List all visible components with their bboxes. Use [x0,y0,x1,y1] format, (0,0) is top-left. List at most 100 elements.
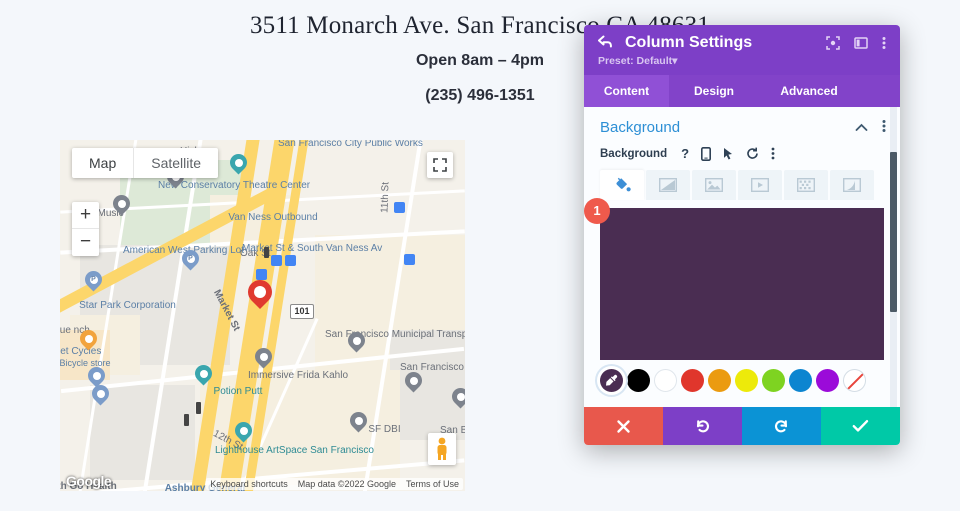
map-pin[interactable] [76,326,101,352]
street-view-pegman[interactable] [428,433,456,465]
background-type-tabs[interactable] [600,170,884,200]
swatch-yellow[interactable] [735,369,758,392]
background-image-tab[interactable] [692,170,736,200]
swatch-violet[interactable] [816,369,839,392]
fullscreen-icon [433,158,447,172]
poi-label: Potion Putt [213,386,263,397]
pattern-icon [797,178,815,192]
paint-bucket-icon [616,177,631,191]
field-more-options-icon[interactable] [771,147,775,160]
map-pin[interactable] [109,191,134,217]
map-attribution: Keyboard shortcuts Map data ©2022 Google… [206,478,463,490]
map-pin[interactable] [251,344,276,370]
panel-title: Column Settings [625,34,753,51]
fullscreen-button[interactable] [427,152,453,178]
map-type-map[interactable]: Map [72,148,135,178]
focus-mode-icon[interactable] [826,36,840,50]
poi-label: American West Parking Lot [123,245,244,256]
poi-label: San Francisco City Public Works [278,140,423,149]
layout-toggle-icon[interactable] [854,36,868,50]
map-pin[interactable] [346,408,371,434]
background-pattern-tab[interactable] [784,170,828,200]
background-section-header[interactable]: Background [584,107,900,142]
chevron-up-icon[interactable] [855,121,868,135]
tab-advanced[interactable]: Advanced [759,75,859,107]
keyboard-shortcuts-link[interactable]: Keyboard shortcuts [210,479,288,489]
zoom-in-button[interactable]: + [72,202,99,229]
transit-icon [256,269,267,280]
background-field-row: Background ? [584,142,900,167]
eyedropper-icon [606,374,618,386]
more-options-icon[interactable] [882,36,886,50]
swatch-white[interactable] [654,369,677,392]
column-settings-panel[interactable]: Column Settings Preset: Default▾ Content… [584,25,900,445]
reset-icon[interactable] [746,147,759,160]
poi-label: Immersive Frida Kahlo [247,370,349,381]
undo-button[interactable] [663,407,742,445]
swatch-selected-purple[interactable] [600,369,623,392]
terms-of-use-link[interactable]: Terms of Use [406,479,459,489]
traffic-light-icon [184,414,189,426]
swatch-none[interactable] [843,369,866,392]
background-video-tab[interactable] [738,170,782,200]
swatch-black[interactable] [627,369,650,392]
cancel-button[interactable] [584,407,663,445]
transit-icon [404,254,415,265]
tab-design[interactable]: Design [669,75,759,107]
tab-content[interactable]: Content [584,75,669,107]
scrollbar-thumb[interactable] [890,152,897,312]
swatch-green[interactable] [762,369,785,392]
map-marker-current-location[interactable] [243,275,277,310]
map-pin[interactable]: P [81,267,106,293]
map-pin[interactable] [448,384,465,410]
swatch-blue[interactable] [789,369,812,392]
section-title: Background [600,119,681,136]
panel-tabs[interactable]: Content Design Advanced [584,75,900,107]
zoom-out-button[interactable]: − [72,229,99,256]
mask-icon [843,178,861,192]
preset-label: Preset: Default [598,55,673,67]
pegman-icon [437,437,447,460]
swatch-orange[interactable] [708,369,731,392]
map-pin[interactable] [344,328,369,354]
help-icon[interactable]: ? [681,146,689,161]
redo-button[interactable] [742,407,821,445]
checkmark-icon [852,420,869,432]
map-pin[interactable] [231,418,256,444]
swatch-red[interactable] [681,369,704,392]
poi-label: San Francisco Municipal Transportation A… [325,329,465,340]
mobile-device-icon[interactable] [701,146,712,161]
map-type-satellite[interactable]: Satellite [134,148,218,178]
street-label: 11th St [379,181,392,214]
background-mask-tab[interactable] [830,170,874,200]
transit-icon [394,202,405,213]
map-pin[interactable] [88,381,113,407]
map-pin[interactable] [226,150,251,176]
map-zoom-controls[interactable]: + − [72,202,99,256]
map-pin[interactable] [401,368,426,394]
back-arrow-icon[interactable] [598,35,614,51]
image-icon [705,178,723,192]
gradient-icon [659,178,677,192]
map-pin[interactable]: P [178,246,203,272]
color-swatch-row[interactable] [600,369,884,392]
cursor-hover-icon[interactable] [723,147,734,161]
google-logo: Google [66,473,112,489]
preset-caret-icon: ▾ [672,55,678,67]
video-icon [751,178,769,192]
undo-icon [696,419,709,432]
map-type-toggle[interactable]: Map Satellite [72,148,219,178]
color-preview-field[interactable]: 1 [584,198,884,360]
panel-body: Background Background ? 1 [584,107,900,407]
map-data-text: Map data ©2022 Google [297,479,396,489]
background-gradient-tab[interactable] [646,170,690,200]
save-button[interactable] [821,407,900,445]
preset-selector[interactable]: Preset: Default▾ [598,55,886,67]
map-pin[interactable] [191,361,216,387]
panel-action-bar[interactable] [584,407,900,445]
background-color-tab[interactable] [600,170,644,200]
section-more-options-icon[interactable] [882,119,886,136]
poi-label: Lighthouse ArtSpace San Francisco [215,445,374,456]
google-map[interactable]: Hickory Oak St 11th St 12th St Market St… [60,140,465,491]
poi-label: Van Ness Outbound [228,212,318,223]
